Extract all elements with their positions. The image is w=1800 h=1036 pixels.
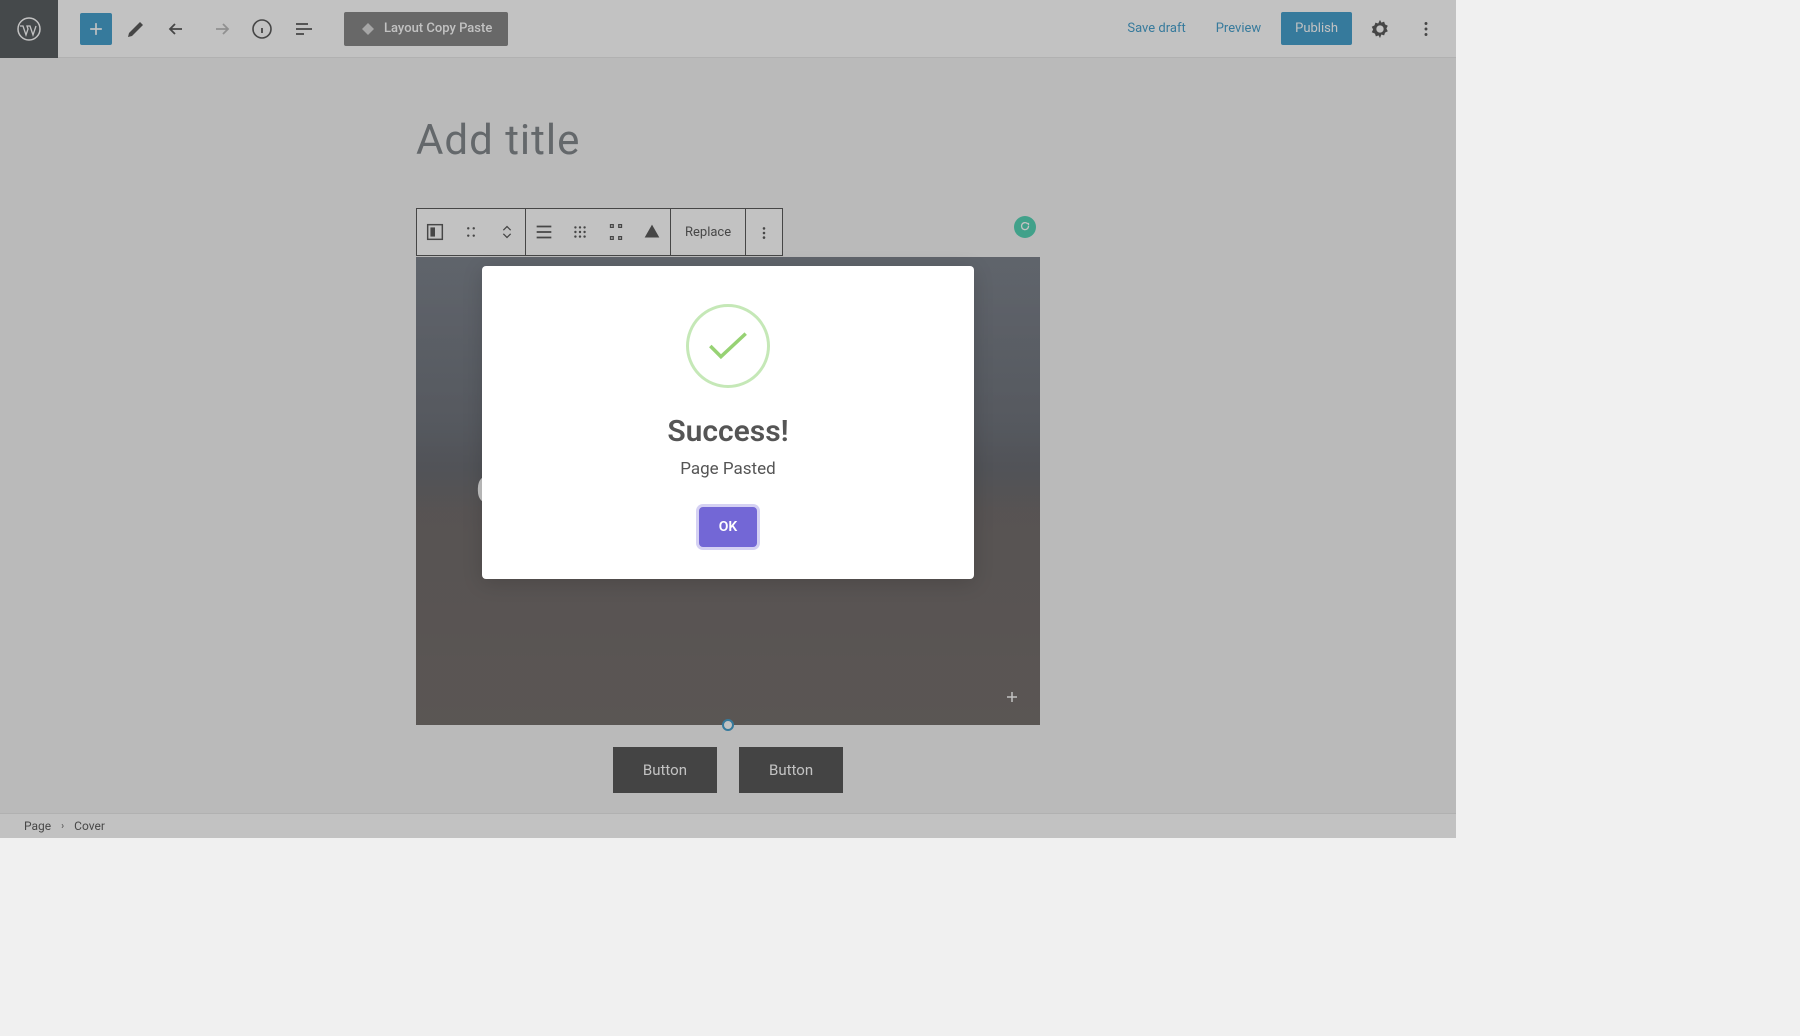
success-check-circle bbox=[686, 304, 770, 388]
checkmark-icon bbox=[705, 328, 751, 364]
modal-ok-button[interactable]: OK bbox=[699, 507, 758, 547]
modal-overlay: Success! Page Pasted OK bbox=[0, 0, 1456, 838]
modal-title: Success! bbox=[667, 414, 788, 449]
modal-message: Page Pasted bbox=[680, 459, 775, 479]
success-modal: Success! Page Pasted OK bbox=[482, 266, 974, 579]
